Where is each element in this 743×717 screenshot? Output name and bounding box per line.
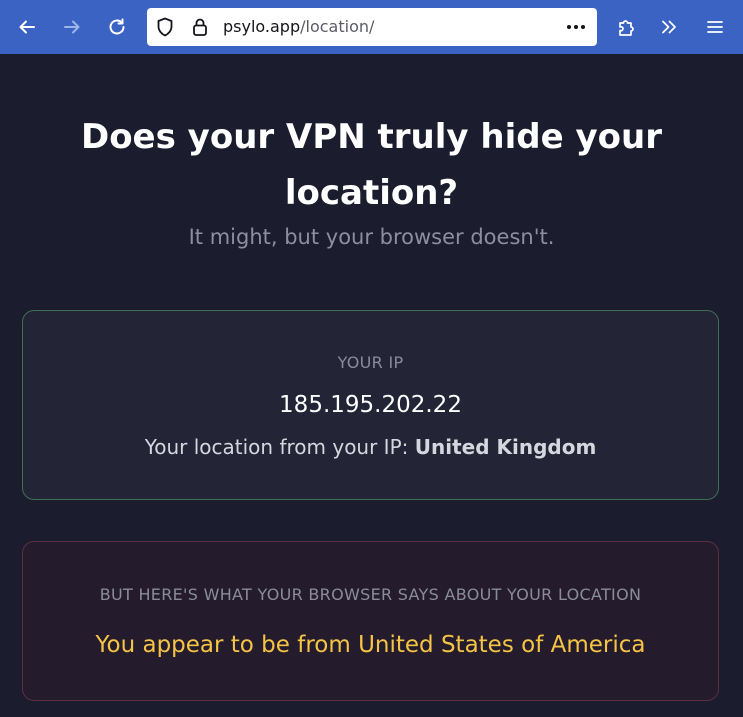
- browser-card-label: BUT HERE'S WHAT YOUR BROWSER SAYS ABOUT …: [99, 585, 642, 604]
- browser-location-card: BUT HERE'S WHAT YOUR BROWSER SAYS ABOUT …: [22, 541, 719, 701]
- overflow-button[interactable]: [651, 9, 687, 45]
- url-text[interactable]: psylo.app/location/: [223, 17, 374, 37]
- ip-location-country: United Kingdom: [414, 435, 597, 459]
- menu-icon: [706, 19, 724, 35]
- ip-card: YOUR IP 185.195.202.22 Your location fro…: [22, 310, 719, 500]
- more-icon[interactable]: [565, 17, 587, 37]
- extensions-button[interactable]: [608, 9, 644, 45]
- page-content: Does your VPN truly hide your location? …: [0, 54, 743, 717]
- browser-toolbar: psylo.app/location/: [0, 0, 743, 54]
- lock-icon[interactable]: [190, 17, 210, 37]
- overflow-icon: [659, 17, 679, 37]
- forward-button[interactable]: [54, 9, 90, 45]
- page-title: Does your VPN truly hide your location?: [80, 117, 663, 213]
- back-button[interactable]: [9, 9, 45, 45]
- extensions-icon: [616, 17, 636, 37]
- url-path: /location/: [300, 17, 375, 36]
- ip-address: 185.195.202.22: [279, 392, 462, 418]
- ip-location-prefix: Your location from your IP:: [144, 435, 415, 459]
- ip-card-label: YOUR IP: [337, 353, 404, 372]
- page-subtitle: It might, but your browser doesn't.: [188, 225, 555, 249]
- ip-location: Your location from your IP: United Kingd…: [23, 433, 718, 461]
- reload-icon: [107, 17, 127, 37]
- shield-icon[interactable]: [155, 17, 175, 37]
- browser-location-text: You appear to be from United States of A…: [95, 632, 646, 658]
- address-bar[interactable]: psylo.app/location/: [147, 8, 597, 46]
- forward-icon: [62, 17, 82, 37]
- back-icon: [17, 17, 37, 37]
- reload-button[interactable]: [99, 9, 135, 45]
- app-menu-button[interactable]: [697, 9, 733, 45]
- url-host: psylo.app: [223, 17, 301, 36]
